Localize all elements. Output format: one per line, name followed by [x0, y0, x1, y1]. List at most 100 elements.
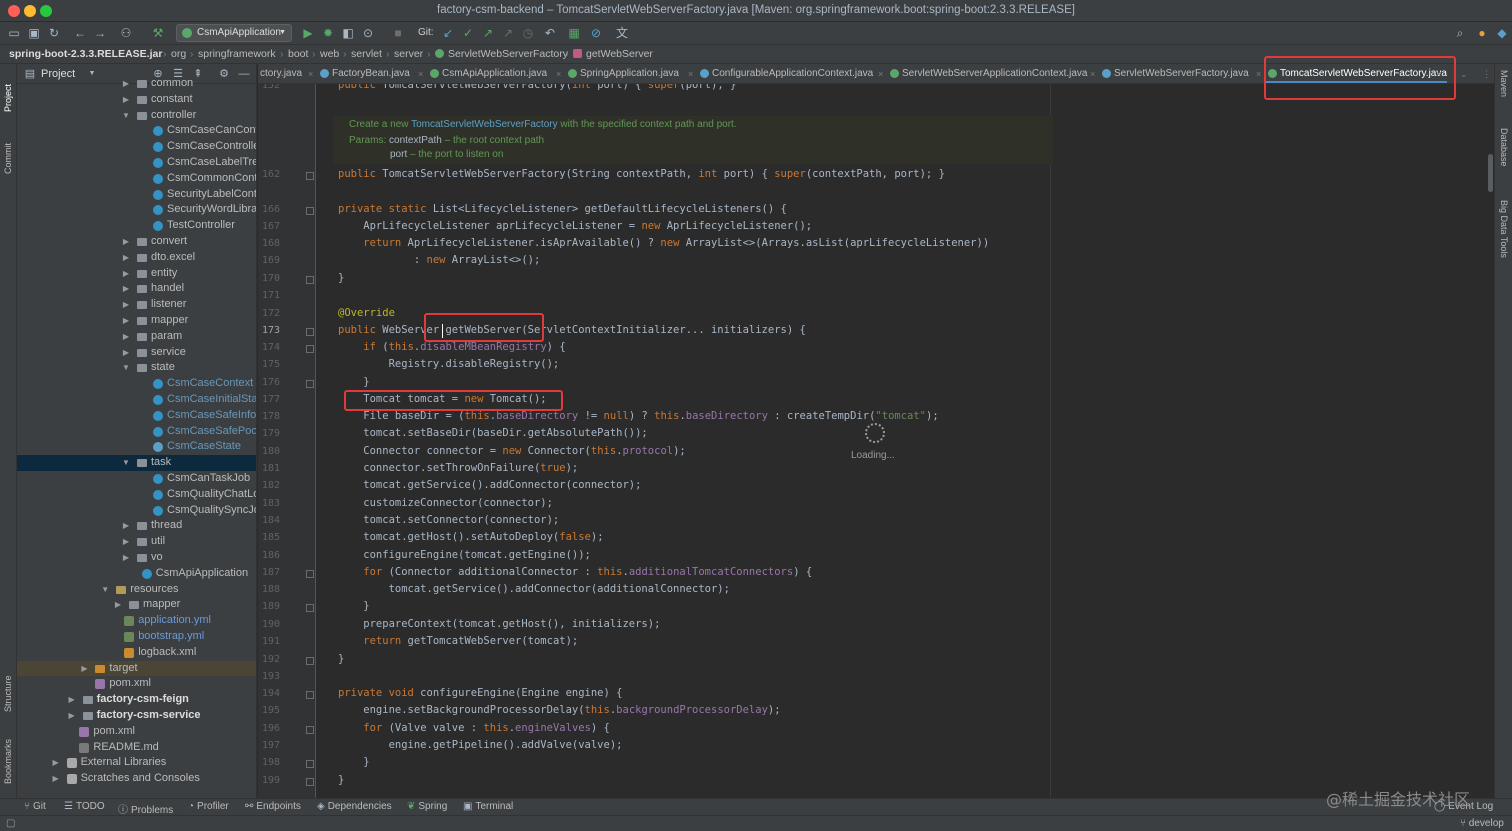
tree-item[interactable]: logback.xml [17, 645, 256, 661]
panel-toggle-icon[interactable]: ▢ [6, 818, 15, 829]
editor-tab[interactable]: FactoryBean.java [318, 64, 410, 83]
chevron-right-icon[interactable]: ▶ [121, 345, 131, 361]
tree-item[interactable]: CsmCaseInitialState [17, 392, 256, 408]
coverage-icon[interactable]: ◧ [340, 25, 356, 41]
tree-item[interactable]: CsmCommonControlle [17, 171, 256, 187]
chevron-right-icon[interactable]: ▶ [121, 550, 131, 566]
chevron-right-icon[interactable]: ▶ [51, 755, 61, 771]
git-pull-icon[interactable]: ↗ [500, 25, 516, 41]
debug-icon[interactable]: ✹ [320, 25, 336, 41]
chevron-right-icon[interactable]: ▶ [121, 297, 131, 313]
tree-item[interactable]: TestController [17, 218, 256, 234]
history-icon[interactable]: ◷ [520, 25, 536, 41]
open-folder-icon[interactable]: ▭ [6, 25, 22, 41]
more-options-icon[interactable]: ⋮ [1482, 64, 1491, 83]
chevron-right-icon[interactable]: ▶ [121, 92, 131, 108]
commit-tool-tab[interactable]: Commit [3, 143, 13, 174]
code-editor[interactable]: public TomcatServletWebServerFactory(int… [317, 84, 1494, 798]
fold-marker-icon[interactable] [306, 276, 314, 284]
tree-item[interactable]: CsmQualitySyncJob [17, 503, 256, 519]
dependencies-tool-tab[interactable]: ◈ Dependencies [317, 801, 392, 812]
tree-item[interactable]: ▼ resources [17, 582, 256, 598]
todo-tool-tab[interactable]: ☰ TODO [64, 801, 105, 812]
build-hammer-icon[interactable]: ⚒ [150, 25, 166, 41]
javadoc-link[interactable]: TomcatServletWebServerFactory [411, 119, 558, 130]
tree-item[interactable]: CsmCaseSafeInfoState [17, 408, 256, 424]
rollback-icon[interactable]: ↶ [542, 25, 558, 41]
tree-item[interactable]: CsmApiApplication [17, 566, 256, 582]
tree-item[interactable]: bootstrap.yml [17, 629, 256, 645]
tree-item[interactable]: ▼ task [17, 455, 256, 471]
forward-icon[interactable]: → [92, 25, 108, 41]
close-tab-icon[interactable]: × [1090, 64, 1095, 83]
chevron-right-icon[interactable]: ▶ [113, 597, 123, 613]
git-branch-widget[interactable]: ⑂ develop [1460, 818, 1504, 829]
tree-item[interactable]: ▶ thread [17, 518, 256, 534]
close-tab-icon[interactable]: × [1256, 64, 1261, 83]
block-icon[interactable]: ⊘ [588, 25, 604, 41]
tree-item[interactable]: CsmCaseController [17, 139, 256, 155]
editor-tab[interactable]: CsmApiApplication.java [428, 64, 547, 83]
chevron-right-icon[interactable]: ▶ [121, 76, 131, 92]
fold-marker-icon[interactable] [306, 778, 314, 786]
run-icon[interactable]: ▶ [300, 25, 316, 41]
search-icon[interactable]: ⌕ [1452, 25, 1468, 41]
tree-item[interactable]: SecurityWordLibraryC [17, 202, 256, 218]
tree-item[interactable]: README.md [17, 740, 256, 756]
breadcrumb-getwebserver[interactable]: getWebServer [573, 48, 653, 60]
tree-item[interactable]: pom.xml [17, 724, 256, 740]
tree-item[interactable]: CsmCaseContext [17, 376, 256, 392]
tree-item[interactable]: ▶ mapper [17, 597, 256, 613]
tree-item[interactable]: ▶ handel [17, 281, 256, 297]
git-tool-tab[interactable]: ⑂ Git [24, 801, 46, 812]
spring-tool-tab[interactable]: ❦ Spring [407, 801, 447, 812]
chevron-right-icon[interactable]: ▶ [67, 692, 77, 708]
tree-item[interactable]: ▶ common [17, 76, 256, 92]
structure-tool-tab[interactable]: Structure [3, 675, 13, 712]
chevron-right-icon[interactable]: ▶ [121, 329, 131, 345]
close-tab-icon[interactable]: × [556, 64, 561, 83]
chevron-right-icon[interactable]: ▶ [121, 534, 131, 550]
tree-item[interactable]: CsmCanTaskJob [17, 471, 256, 487]
chevron-right-icon[interactable]: ▶ [51, 771, 61, 787]
editor-tab[interactable]: ServletWebServerFactory.java [1100, 64, 1249, 83]
update-icon[interactable]: ● [1474, 25, 1490, 41]
editor-tab[interactable]: ConfigurableApplicationContext.java [698, 64, 873, 83]
chevron-right-icon[interactable]: ▶ [121, 250, 131, 266]
project-tool-tab[interactable]: Project [3, 84, 13, 112]
tree-item[interactable]: pom.xml [17, 676, 256, 692]
close-tab-icon[interactable]: × [688, 64, 693, 83]
breadcrumb-org[interactable]: org [171, 48, 186, 60]
tree-item[interactable]: ▶ dto.excel [17, 250, 256, 266]
problems-tool-tab[interactable]: ⓘ Problems [118, 801, 173, 816]
breadcrumb-jar[interactable]: spring-boot-2.3.3.RELEASE.jar [9, 48, 162, 60]
tree-item[interactable]: CsmCaseSafePoolStat [17, 424, 256, 440]
tree-item[interactable]: ▶ mapper [17, 313, 256, 329]
tree-item[interactable]: CsmCaseState [17, 439, 256, 455]
breadcrumb-springframework[interactable]: springframework [198, 48, 276, 60]
fold-marker-icon[interactable] [306, 604, 314, 612]
tree-item[interactable]: ▶ util [17, 534, 256, 550]
tree-item[interactable]: ▶ factory-csm-service [17, 708, 256, 724]
tree-item[interactable]: ▶ constant [17, 92, 256, 108]
breadcrumb-boot[interactable]: boot [288, 48, 308, 60]
tree-item[interactable]: ▶ service [17, 345, 256, 361]
breadcrumb-web[interactable]: web [320, 48, 339, 60]
chevron-right-icon[interactable]: ▶ [121, 518, 131, 534]
fold-marker-icon[interactable] [306, 570, 314, 578]
back-icon[interactable]: ← [72, 25, 88, 41]
chevron-right-icon[interactable]: ▶ [121, 313, 131, 329]
tree-item[interactable]: SecurityLabelControlle [17, 187, 256, 203]
big-data-tools-tab[interactable]: Big Data Tools [1499, 200, 1509, 258]
tree-item[interactable]: ▶ vo [17, 550, 256, 566]
chevron-right-icon[interactable]: ▶ [121, 281, 131, 297]
fold-marker-icon[interactable] [306, 726, 314, 734]
close-tab-icon[interactable]: × [878, 64, 883, 83]
breadcrumb-servletwebserverfactory[interactable]: ServletWebServerFactory [435, 48, 568, 60]
chevron-right-icon[interactable]: ▶ [121, 266, 131, 282]
tree-item[interactable]: ▶ entity [17, 266, 256, 282]
close-tab-icon[interactable]: × [308, 64, 313, 83]
user-icon[interactable]: ⚇ [118, 25, 134, 41]
chevron-right-icon[interactable]: ▶ [67, 708, 77, 724]
terminal-tool-tab[interactable]: ▣ Terminal [463, 801, 513, 812]
